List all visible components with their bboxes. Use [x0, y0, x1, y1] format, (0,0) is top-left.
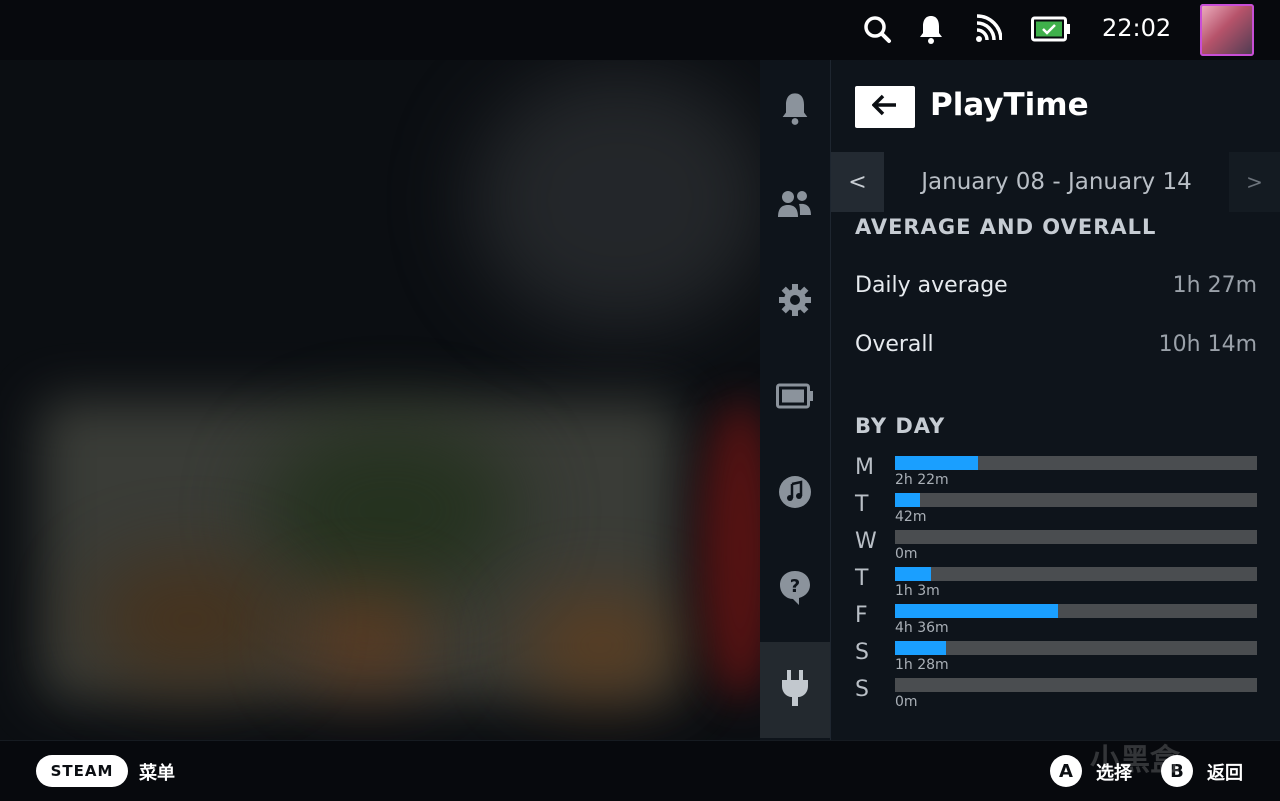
day-bar-track: [895, 641, 1257, 655]
day-bar-fill: [895, 641, 946, 655]
day-duration-label: 1h 28m: [895, 657, 949, 673]
playtime-panel: PlayTime < January 08 - January 14 > AVE…: [831, 60, 1280, 740]
menu-label: 菜单: [139, 763, 175, 784]
day-bar-fill: [895, 604, 1058, 618]
rail-item-friends[interactable]: [760, 158, 830, 254]
search-icon[interactable]: [862, 13, 892, 49]
rail-item-plugins[interactable]: [760, 642, 830, 738]
day-bar-track: [895, 456, 1257, 470]
daily-average-value: 1h 27m: [1172, 273, 1257, 298]
wifi-icon[interactable]: [974, 13, 1003, 49]
a-button-glyph[interactable]: A: [1050, 755, 1082, 787]
day-duration-label: 4h 36m: [895, 620, 949, 636]
day-bar-track: [895, 604, 1257, 618]
bell-icon[interactable]: [918, 13, 944, 49]
plug-icon: [780, 669, 810, 711]
day-bar-track: [895, 530, 1257, 544]
overall-label: Overall: [855, 332, 934, 357]
day-letter: T: [855, 492, 869, 517]
day-bar-fill: [895, 493, 921, 507]
rail-item-help[interactable]: ?: [760, 542, 830, 638]
rail-item-music[interactable]: [760, 446, 830, 542]
help-icon: ?: [779, 570, 811, 610]
panel-header: PlayTime: [831, 60, 1280, 154]
bottom-bar: STEAM 菜单 A 选择 B 返回: [0, 740, 1280, 801]
rail-item-settings[interactable]: [760, 254, 830, 350]
day-bar-track: [895, 678, 1257, 692]
music-note-icon: [778, 475, 812, 513]
avatar[interactable]: [1200, 4, 1254, 56]
daily-average-label: Daily average: [855, 273, 1008, 298]
next-week-button[interactable]: >: [1229, 152, 1280, 212]
friends-icon: [777, 188, 813, 224]
day-bar-track: [895, 567, 1257, 581]
day-letter: T: [855, 566, 869, 591]
bell-icon: [779, 90, 811, 130]
overall-value: 10h 14m: [1158, 332, 1257, 357]
gear-icon: [778, 283, 812, 321]
day-letter: M: [855, 455, 874, 480]
back-label: 返回: [1207, 763, 1243, 784]
day-letter: S: [855, 677, 869, 702]
date-navigator: < January 08 - January 14 >: [831, 152, 1280, 212]
back-button[interactable]: [855, 86, 915, 128]
watermark: 小黑盒: [1090, 743, 1180, 778]
svg-text:?: ?: [790, 576, 800, 597]
day-duration-label: 1h 3m: [895, 583, 940, 599]
rail-item-notifications[interactable]: [760, 62, 830, 158]
quick-access-rail: ?: [760, 60, 831, 740]
section-by-day: BY DAY: [855, 414, 946, 438]
day-duration-label: 42m: [895, 509, 927, 525]
day-bar-fill: [895, 567, 932, 581]
date-range: January 08 - January 14: [921, 169, 1192, 195]
prev-week-button[interactable]: <: [831, 152, 884, 212]
day-letter: S: [855, 640, 869, 665]
game-background: [0, 0, 760, 740]
arrow-left-icon: [871, 94, 898, 120]
status-bar: 22:02: [0, 0, 1280, 60]
day-bar-track: [895, 493, 1257, 507]
day-bar-fill: [895, 456, 979, 470]
steam-button[interactable]: STEAM: [36, 755, 128, 787]
day-duration-label: 0m: [895, 546, 918, 562]
day-duration-label: 2h 22m: [895, 472, 949, 488]
battery-icon: [776, 383, 814, 413]
section-average-overall: AVERAGE AND OVERALL: [855, 215, 1157, 239]
page-title: PlayTime: [930, 87, 1089, 123]
rail-item-performance[interactable]: [760, 350, 830, 446]
clock: 22:02: [1102, 14, 1172, 42]
day-letter: W: [855, 529, 877, 554]
day-letter: F: [855, 603, 868, 628]
day-duration-label: 0m: [895, 694, 918, 710]
battery-charging-icon[interactable]: [1031, 16, 1071, 46]
